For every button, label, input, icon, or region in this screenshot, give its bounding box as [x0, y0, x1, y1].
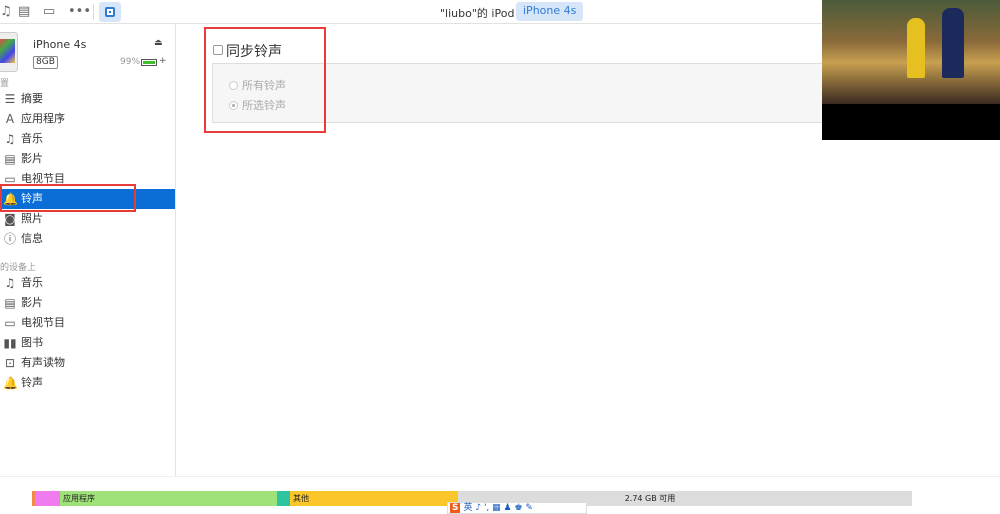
video-frame	[822, 0, 1000, 104]
device-info: iPhone 4s 8GB ⏏ 99% +	[0, 28, 176, 78]
sidebar-item[interactable]: ▭ 电视节目	[0, 313, 175, 333]
sidebar-item-label: 电视节目	[21, 316, 65, 329]
sidebar-item[interactable]: A 应用程序	[0, 109, 175, 129]
sidebar-item[interactable]: ⓘ 信息	[0, 229, 175, 249]
storage-segment-apps: 应用程序	[60, 491, 277, 506]
storage-segment	[277, 491, 290, 506]
annotation-box	[204, 27, 326, 133]
sidebar-item-label: 有声读物	[21, 356, 65, 369]
device-icon	[105, 7, 115, 17]
window-title: "liubo"的 iPod	[440, 7, 515, 20]
sidebar-item-icon: ▤	[4, 152, 16, 166]
capacity-badge: 8GB	[33, 56, 58, 69]
sidebar-item[interactable]: ▮▮ 图书	[0, 333, 175, 353]
sidebar-item[interactable]: 🔔 铃声	[0, 373, 175, 393]
sidebar-item-label: 信息	[21, 232, 43, 245]
storage-segment-other: 其他	[290, 491, 458, 506]
ime-buttons[interactable]: 英 ♪ ', ▦ ♟ ♚ ✎	[463, 503, 532, 513]
section-settings: 置	[0, 79, 10, 89]
ime-toolbar[interactable]: S英 ♪ ', ▦ ♟ ♚ ✎	[447, 502, 587, 514]
sidebar-item[interactable]: ⊡ 有声读物	[0, 353, 175, 373]
sidebar-item-label: 图书	[21, 336, 43, 349]
sidebar-item-label: 摘要	[21, 92, 43, 105]
sidebar-item-icon: ♫	[4, 132, 16, 146]
sidebar-item-icon: A	[5, 112, 15, 126]
sidebar-item-label: 音乐	[21, 132, 43, 145]
device-button[interactable]	[99, 2, 121, 22]
tv-icon[interactable]: ▭	[43, 4, 55, 20]
annotation-box	[0, 184, 136, 212]
sidebar-item-icon: 🔔	[3, 376, 18, 390]
sidebar-item-label: 应用程序	[21, 112, 65, 125]
sidebar-item-label: 影片	[21, 152, 43, 165]
device-badge[interactable]: iPhone 4s	[516, 2, 584, 21]
section-on-device: 的设备上	[0, 263, 37, 273]
eject-icon[interactable]: ⏏	[154, 38, 163, 48]
divider	[0, 476, 1000, 477]
storage-segment	[35, 491, 60, 506]
battery-percent: 99%	[120, 57, 141, 67]
video-overlay[interactable]	[822, 0, 1000, 140]
divider	[93, 4, 94, 20]
sidebar-item-label: 铃声	[21, 376, 43, 389]
more-icon[interactable]: •••	[68, 4, 91, 20]
sidebar: iPhone 4s 8GB ⏏ 99% + 置 ☰ 摘要 A 应用程序 ♫ 音乐 ▤ 影片 ▭ 电…	[0, 24, 176, 476]
sidebar-item[interactable]: ◙ 照片	[0, 209, 175, 229]
phone-image	[0, 32, 18, 72]
sidebar-item-icon: ♫	[4, 276, 16, 290]
sidebar-item-icon: ▭	[4, 316, 16, 330]
sidebar-item-label: 影片	[21, 296, 43, 309]
music-icon[interactable]: ♫	[0, 4, 12, 20]
sidebar-item[interactable]: ♫ 音乐	[0, 273, 175, 293]
sidebar-item-label: 照片	[21, 212, 43, 225]
sidebar-item-icon: ☰	[4, 92, 16, 106]
sidebar-item-label: 音乐	[21, 276, 43, 289]
sidebar-item[interactable]: ▤ 影片	[0, 149, 175, 169]
sidebar-item-icon: ▮▮	[3, 336, 17, 350]
ime-logo: S	[450, 503, 461, 513]
charging-icon: +	[159, 56, 167, 66]
device-name: iPhone 4s	[33, 38, 87, 51]
movie-icon[interactable]: ▤	[18, 4, 30, 20]
sidebar-item[interactable]: ☰ 摘要	[0, 89, 175, 109]
sidebar-item-icon: ⊡	[4, 356, 16, 370]
sidebar-item[interactable]: ▤ 影片	[0, 293, 175, 313]
sidebar-item-icon: ▤	[4, 296, 16, 310]
sidebar-item-icon: ⓘ	[3, 232, 16, 246]
battery-icon	[141, 59, 157, 66]
sidebar-item-icon: ◙	[4, 212, 16, 226]
sidebar-item[interactable]: ♫ 音乐	[0, 129, 175, 149]
